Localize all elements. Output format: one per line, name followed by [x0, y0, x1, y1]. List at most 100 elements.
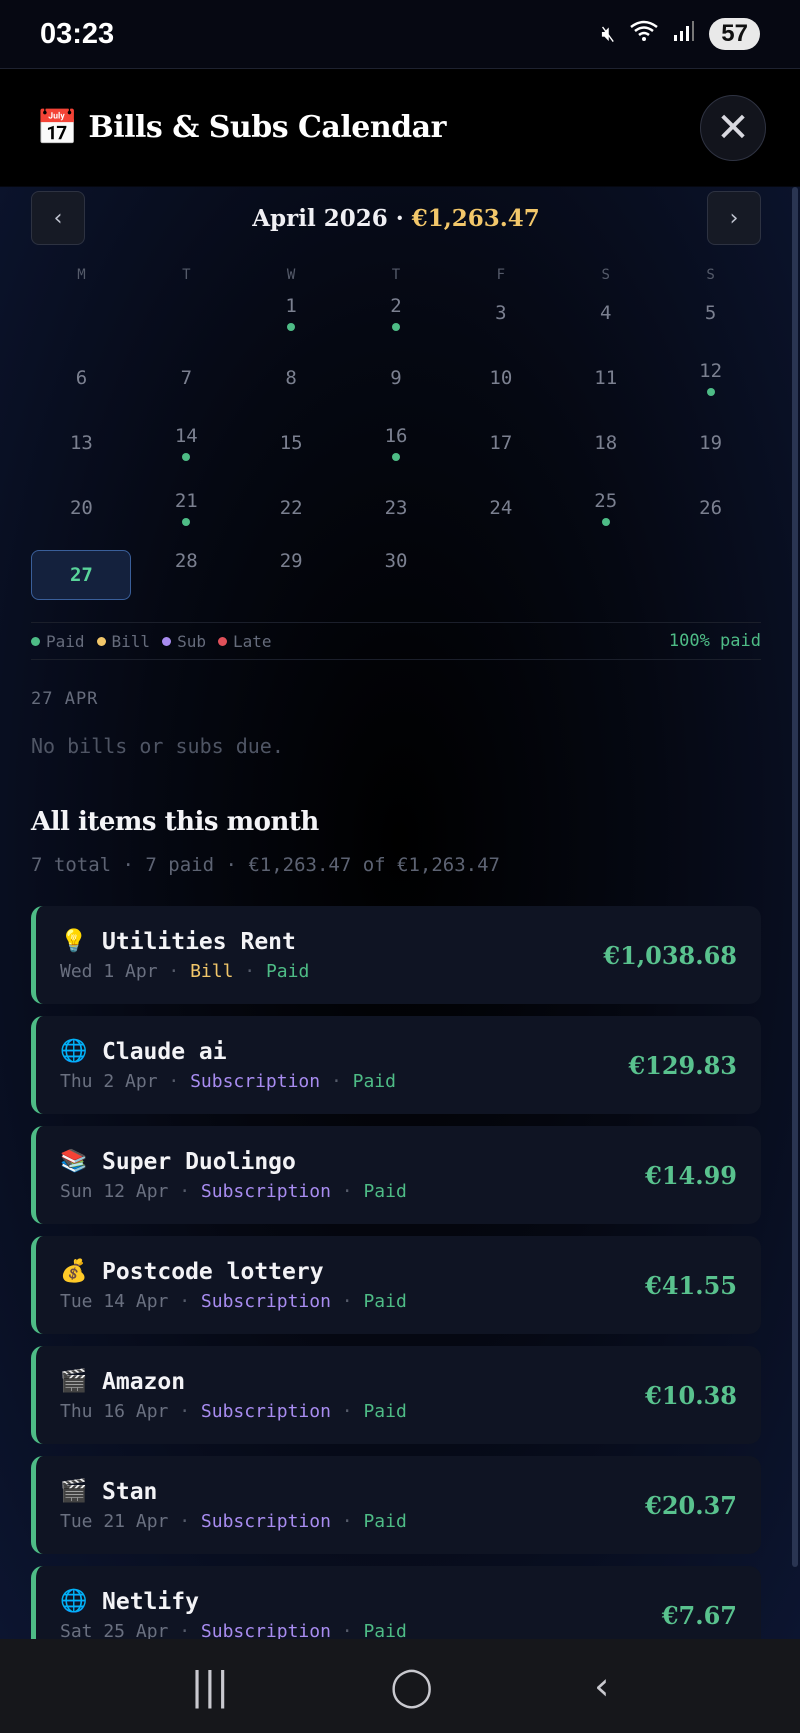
day-number: 19 — [699, 432, 723, 454]
weekday-label: T — [391, 267, 401, 283]
legend-item: Late — [217, 632, 272, 651]
calendar-day[interactable]: 25 — [553, 482, 658, 547]
item-type: Subscription — [200, 1290, 331, 1312]
meta-separator: · — [168, 1400, 201, 1422]
calendar-day[interactable]: 6 — [29, 352, 134, 417]
day-number: 26 — [699, 497, 723, 519]
day-number: 23 — [384, 497, 408, 519]
chevron-left-icon: ‹ — [53, 205, 63, 231]
today-day-number: 27 — [31, 550, 132, 600]
weekday-label: F — [496, 267, 506, 283]
list-item[interactable]: 💡 Utilities Rent Wed 1 Apr · Bill · Paid €1… — [31, 906, 761, 1004]
item-name: Utilities Rent — [102, 928, 296, 955]
calendar-day[interactable]: 29 — [239, 547, 344, 603]
calendar-day[interactable]: 5 — [658, 287, 763, 352]
item-main: 💰 Postcode lottery Tue 14 Apr · Subscripti… — [60, 1259, 645, 1312]
calendar-day[interactable]: 15 — [239, 417, 344, 482]
meta-separator: · — [330, 1400, 364, 1422]
item-amount: €14.99 — [645, 1160, 737, 1190]
list-item[interactable]: 🎬 Stan Tue 21 Apr · Subscription · Paid €20… — [31, 1456, 761, 1554]
meta-separator: · — [157, 1070, 191, 1092]
calendar-day[interactable]: 9 — [344, 352, 449, 417]
calendar-day[interactable]: 22 — [239, 482, 344, 547]
month-total: €1,263.47 — [411, 204, 540, 232]
calendar-day-today[interactable]: 27 — [29, 547, 134, 603]
calendar-week: 20 21 22 23 24 25 26 — [29, 482, 763, 547]
calendar-day[interactable]: 4 — [553, 287, 658, 352]
recents-button[interactable]: ||| — [191, 1664, 229, 1708]
item-header: 💡 Utilities Rent — [60, 929, 603, 955]
calendar-day[interactable]: 19 — [658, 417, 763, 482]
calendar-day[interactable]: 12 — [658, 352, 763, 417]
month-separator: · — [387, 204, 412, 232]
calendar-day[interactable]: 16 — [344, 417, 449, 482]
calendar-day[interactable]: 8 — [239, 352, 344, 417]
item-header: 🌐 Claude ai — [60, 1039, 628, 1065]
calendar-day[interactable]: 26 — [658, 482, 763, 547]
item-name: Claude ai — [102, 1038, 227, 1065]
item-name: Amazon — [102, 1368, 186, 1395]
items-list: 💡 Utilities Rent Wed 1 Apr · Bill · Paid €1… — [31, 906, 761, 1639]
calendar-empty-cell — [134, 287, 239, 352]
item-emoji-icon: 💰 — [60, 1259, 88, 1284]
item-date: Sat 25 Apr — [60, 1620, 169, 1640]
calendar-day[interactable]: 7 — [134, 352, 239, 417]
item-status: Paid — [363, 1400, 407, 1422]
calendar-day[interactable]: 23 — [344, 482, 449, 547]
item-header: 📚 Super Duolingo — [60, 1149, 645, 1175]
calendar-day[interactable]: 20 — [29, 482, 134, 547]
calendar-grid: MTWTFSS 1 2 3 4 5 6 7 8 9 10 11 12 13 14 15 16 17 18 19 20 2… — [29, 267, 763, 603]
day-number: 25 — [594, 490, 618, 512]
weekday-label: S — [601, 267, 610, 283]
item-status: Paid — [363, 1290, 407, 1312]
home-button[interactable]: ◯ — [390, 1664, 433, 1708]
item-amount: €129.83 — [628, 1050, 737, 1080]
calendar-week: 1 2 3 4 5 — [29, 287, 763, 352]
back-button[interactable]: ‹ — [594, 1664, 609, 1708]
calendar-day[interactable]: 13 — [29, 417, 134, 482]
calendar-day[interactable]: 21 — [134, 482, 239, 547]
item-meta: Thu 16 Apr · Subscription · Paid — [60, 1401, 645, 1422]
calendar-day[interactable]: 30 — [344, 547, 449, 603]
day-number: 21 — [174, 490, 198, 512]
day-number: 22 — [279, 497, 303, 519]
calendar-day[interactable]: 2 — [344, 287, 449, 352]
item-header: 💰 Postcode lottery — [60, 1259, 645, 1285]
item-main: 💡 Utilities Rent Wed 1 Apr · Bill · Paid — [60, 929, 603, 982]
list-item[interactable]: 📚 Super Duolingo Sun 12 Apr · Subscription… — [31, 1126, 761, 1224]
calendar-empty-cell — [553, 547, 658, 603]
list-item[interactable]: 🌐 Claude ai Thu 2 Apr · Subscription · Pai… — [31, 1016, 761, 1114]
item-status: Paid — [363, 1180, 407, 1202]
calendar-day[interactable]: 18 — [553, 417, 658, 482]
day-number: 13 — [69, 432, 93, 454]
meta-separator: · — [330, 1510, 364, 1532]
list-item[interactable]: 💰 Postcode lottery Tue 14 Apr · Subscripti… — [31, 1236, 761, 1334]
paid-dot-indicator — [706, 388, 715, 396]
item-type: Bill — [190, 960, 234, 982]
list-item[interactable]: 🎬 Amazon Thu 16 Apr · Subscription · Paid €… — [31, 1346, 761, 1444]
close-button[interactable]: ✕ — [700, 94, 766, 161]
legend-dot — [162, 636, 172, 646]
calendar-day[interactable]: 17 — [448, 417, 553, 482]
item-type: Subscription — [200, 1180, 331, 1202]
month-nav: ‹ April 2026 · €1,263.47 › — [31, 191, 761, 245]
calendar-day[interactable]: 14 — [134, 417, 239, 482]
scrollbar[interactable] — [792, 187, 798, 1567]
prev-month-button[interactable]: ‹ — [31, 191, 85, 245]
item-emoji-icon: 💡 — [60, 929, 88, 954]
calendar-day[interactable]: 1 — [239, 287, 344, 352]
chevron-right-icon: › — [729, 205, 739, 231]
next-month-button[interactable]: › — [707, 191, 761, 245]
calendar-day[interactable]: 3 — [448, 287, 553, 352]
calendar-day[interactable]: 24 — [448, 482, 553, 547]
calendar-empty-cell — [29, 287, 134, 352]
list-item[interactable]: 🌐 Netlify Sat 25 Apr · Subscription · Paid… — [31, 1566, 761, 1639]
calendar-day[interactable]: 11 — [553, 352, 658, 417]
item-type: Subscription — [200, 1510, 331, 1532]
system-nav-bar: ||| ◯ ‹ — [0, 1639, 800, 1733]
section-title: All items this month — [31, 807, 319, 837]
calendar-day[interactable]: 28 — [134, 547, 239, 603]
calendar-day[interactable]: 10 — [448, 352, 553, 417]
calendar-content[interactable]: ‹ April 2026 · €1,263.47 › MTWTFSS 12345… — [0, 187, 800, 1639]
day-number: 20 — [69, 497, 93, 519]
